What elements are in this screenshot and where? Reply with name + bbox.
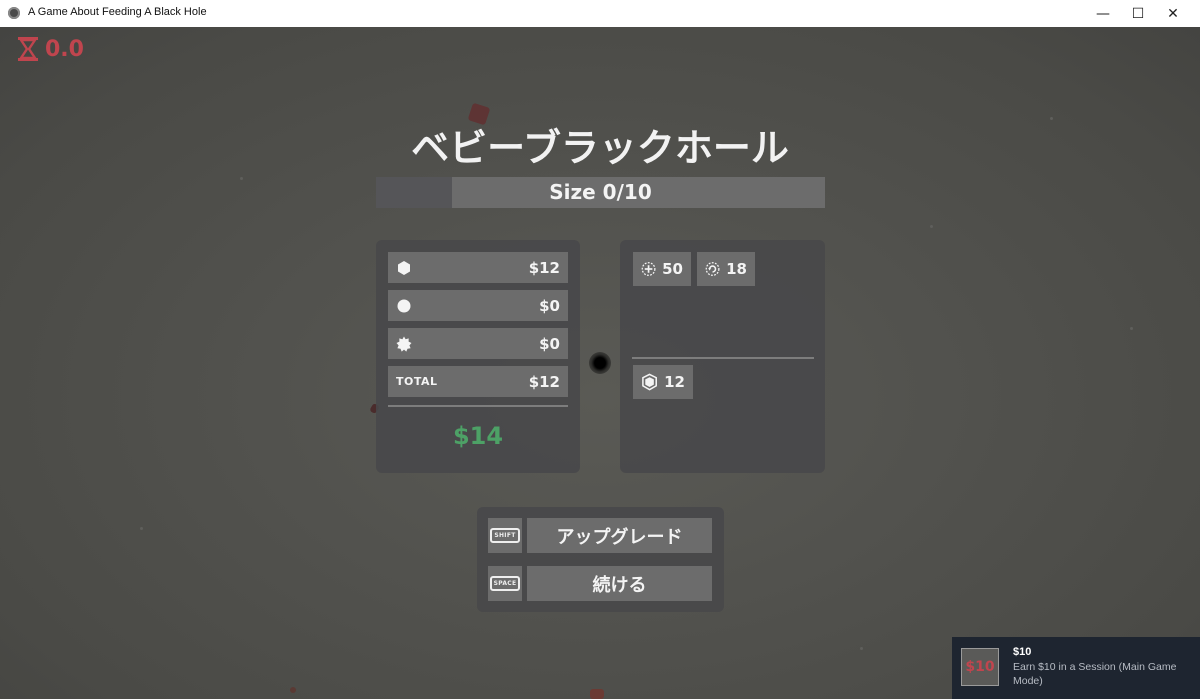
achievement-toast[interactable]: $10 $10 Earn $10 in a Session (Main Game… <box>952 637 1200 699</box>
debris-chunk <box>590 689 604 699</box>
earning-row-hexagon: $12 <box>388 252 568 283</box>
black-hole <box>589 352 611 374</box>
window-titlebar: A Game About Feeding A Black Hole — ☐ ✕ <box>0 0 1200 28</box>
crosshair-plus-icon <box>641 262 656 276</box>
space-key-label: SPACE <box>489 576 521 591</box>
stat-value: 50 <box>662 260 683 278</box>
stat-value: 18 <box>726 260 747 278</box>
debris-chunk <box>290 687 296 693</box>
space-speck <box>140 527 143 530</box>
hexagon-icon <box>398 260 410 275</box>
panel-divider <box>632 357 814 359</box>
space-key-hint: SPACE <box>488 566 522 601</box>
hourglass-icon <box>18 37 38 61</box>
earning-row-total: TOTAL $12 <box>388 366 568 397</box>
session-timer: 0.0 <box>17 36 84 62</box>
achievement-badge: $10 <box>961 648 999 686</box>
earning-row-circle: $0 <box>388 290 568 321</box>
stat-chip-speed: 18 <box>697 252 755 286</box>
window-title: A Game About Feeding A Black Hole <box>28 6 207 18</box>
stats-panel: 50 18 12 <box>620 240 825 473</box>
size-progress-label: Size 0/10 <box>549 180 652 204</box>
timer-value: 0.0 <box>45 36 84 62</box>
shield-icon <box>642 373 657 391</box>
stat-value: 12 <box>664 373 685 391</box>
earning-row-starburst: $0 <box>388 328 568 359</box>
app-icon <box>8 7 20 19</box>
total-label: TOTAL <box>396 375 438 388</box>
achievement-description: Earn $10 in a Session (Main Game Mode) <box>1013 661 1177 687</box>
earning-value: $12 <box>528 258 560 277</box>
starburst-icon <box>396 336 412 352</box>
shift-key-label: SHIFT <box>490 528 520 543</box>
space-speck <box>240 177 243 180</box>
space-speck <box>860 647 863 650</box>
refresh-ring-icon <box>705 262 720 276</box>
close-button[interactable]: ✕ <box>1150 0 1196 27</box>
achievement-title: $10 <box>1013 646 1032 658</box>
stat-chip-shield: 12 <box>633 365 693 399</box>
earnings-panel: $12 $0 $0 TOTAL $12 $14 <box>376 240 580 473</box>
earning-value: $0 <box>539 334 560 353</box>
space-speck <box>1050 117 1053 120</box>
stage-title: ベビーブラックホール <box>411 126 789 170</box>
earning-value: $0 <box>539 296 560 315</box>
size-progress-bar: Size 0/10 <box>376 177 825 208</box>
continue-button[interactable]: 続ける <box>527 566 712 601</box>
space-speck <box>1130 327 1133 330</box>
game-canvas[interactable]: 0.0 ベビーブラックホール Size 0/10 $12 $0 $0 TOTAL… <box>0 27 1200 699</box>
stat-chip-range: 50 <box>633 252 691 286</box>
panel-divider <box>388 405 568 407</box>
upgrade-button[interactable]: アップグレード <box>527 518 712 553</box>
total-value: $12 <box>528 372 560 391</box>
shift-key-hint: SHIFT <box>488 518 522 553</box>
money-balance: $14 <box>452 422 504 450</box>
space-speck <box>930 225 933 228</box>
circle-icon <box>397 299 411 312</box>
